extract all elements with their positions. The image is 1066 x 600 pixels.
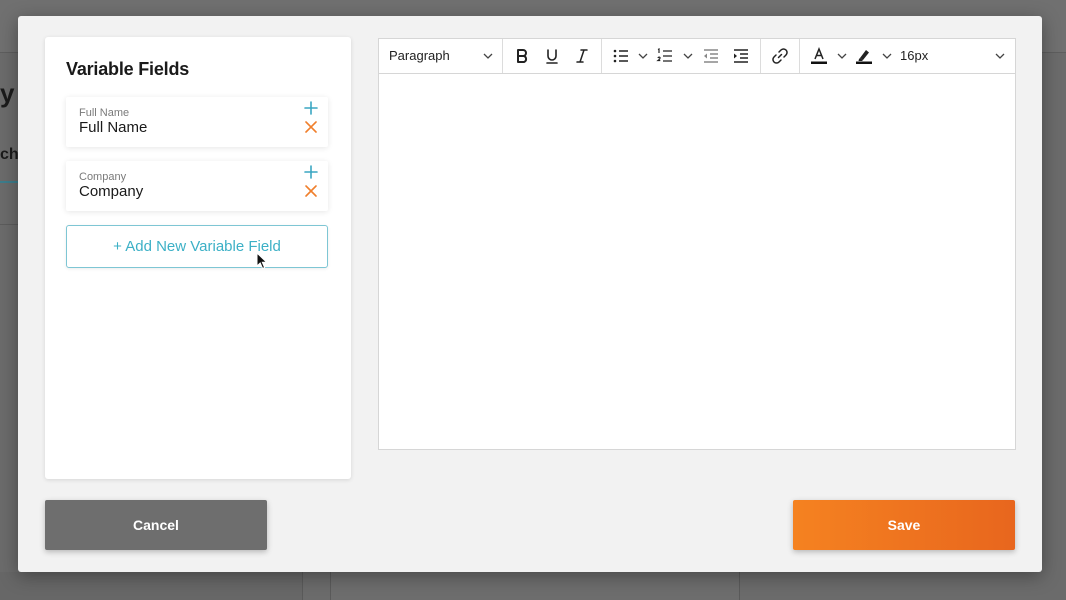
link-group: [761, 39, 800, 73]
text-style-group: [503, 39, 602, 73]
variable-field-label: Company: [79, 171, 127, 183]
list-group: [602, 39, 761, 73]
plus-icon[interactable]: [304, 165, 318, 179]
chevron-down-icon[interactable]: [995, 51, 1005, 61]
underline-icon[interactable]: [543, 47, 561, 65]
block-format-select[interactable]: Paragraph: [379, 39, 503, 73]
chevron-down-icon[interactable]: [683, 51, 693, 61]
italic-icon[interactable]: [573, 47, 591, 65]
variable-fields-panel: Variable Fields Full Name Full Name Comp…: [45, 37, 351, 479]
background-heading: y: [0, 78, 15, 108]
variable-field-value: Full Name: [79, 119, 148, 136]
cancel-button[interactable]: Cancel: [45, 500, 267, 550]
background-card: [0, 572, 303, 600]
save-button[interactable]: Save: [793, 500, 1015, 550]
plus-icon[interactable]: [304, 101, 318, 115]
outdent-icon[interactable]: [702, 47, 720, 65]
font-size-value[interactable]: 16px: [900, 48, 928, 63]
rich-text-editor: Paragraph 16px: [378, 38, 1016, 450]
variable-fields-title: Variable Fields: [66, 59, 190, 79]
text-color-icon[interactable]: [810, 47, 828, 65]
bullet-list-icon[interactable]: [612, 47, 630, 65]
chevron-down-icon: [483, 53, 493, 59]
background-tab-underline: [0, 181, 18, 183]
background-tab: ch: [0, 146, 19, 163]
variable-field-card[interactable]: Company Company: [66, 161, 328, 211]
color-size-group: 16px: [800, 39, 1015, 73]
variable-field-value: Company: [79, 183, 144, 200]
variable-field-card[interactable]: Full Name Full Name: [66, 97, 328, 147]
close-icon[interactable]: [304, 184, 318, 198]
bold-icon[interactable]: [513, 47, 531, 65]
add-variable-field-button[interactable]: + Add New Variable Field: [66, 225, 328, 268]
indent-icon[interactable]: [732, 47, 750, 65]
link-icon[interactable]: [771, 47, 789, 65]
template-editor-modal: Variable Fields Full Name Full Name Comp…: [18, 16, 1042, 572]
background-card: [330, 572, 740, 600]
close-icon[interactable]: [304, 120, 318, 134]
highlight-icon[interactable]: [855, 47, 873, 65]
chevron-down-icon[interactable]: [837, 51, 847, 61]
editor-content-area[interactable]: [379, 74, 1015, 449]
block-format-value: Paragraph: [389, 48, 450, 63]
chevron-down-icon[interactable]: [882, 51, 892, 61]
numbered-list-icon[interactable]: [656, 47, 674, 65]
variable-field-label: Full Name: [79, 107, 130, 119]
editor-toolbar: Paragraph 16px: [379, 39, 1015, 74]
chevron-down-icon[interactable]: [638, 51, 648, 61]
background-divider: [0, 224, 18, 225]
